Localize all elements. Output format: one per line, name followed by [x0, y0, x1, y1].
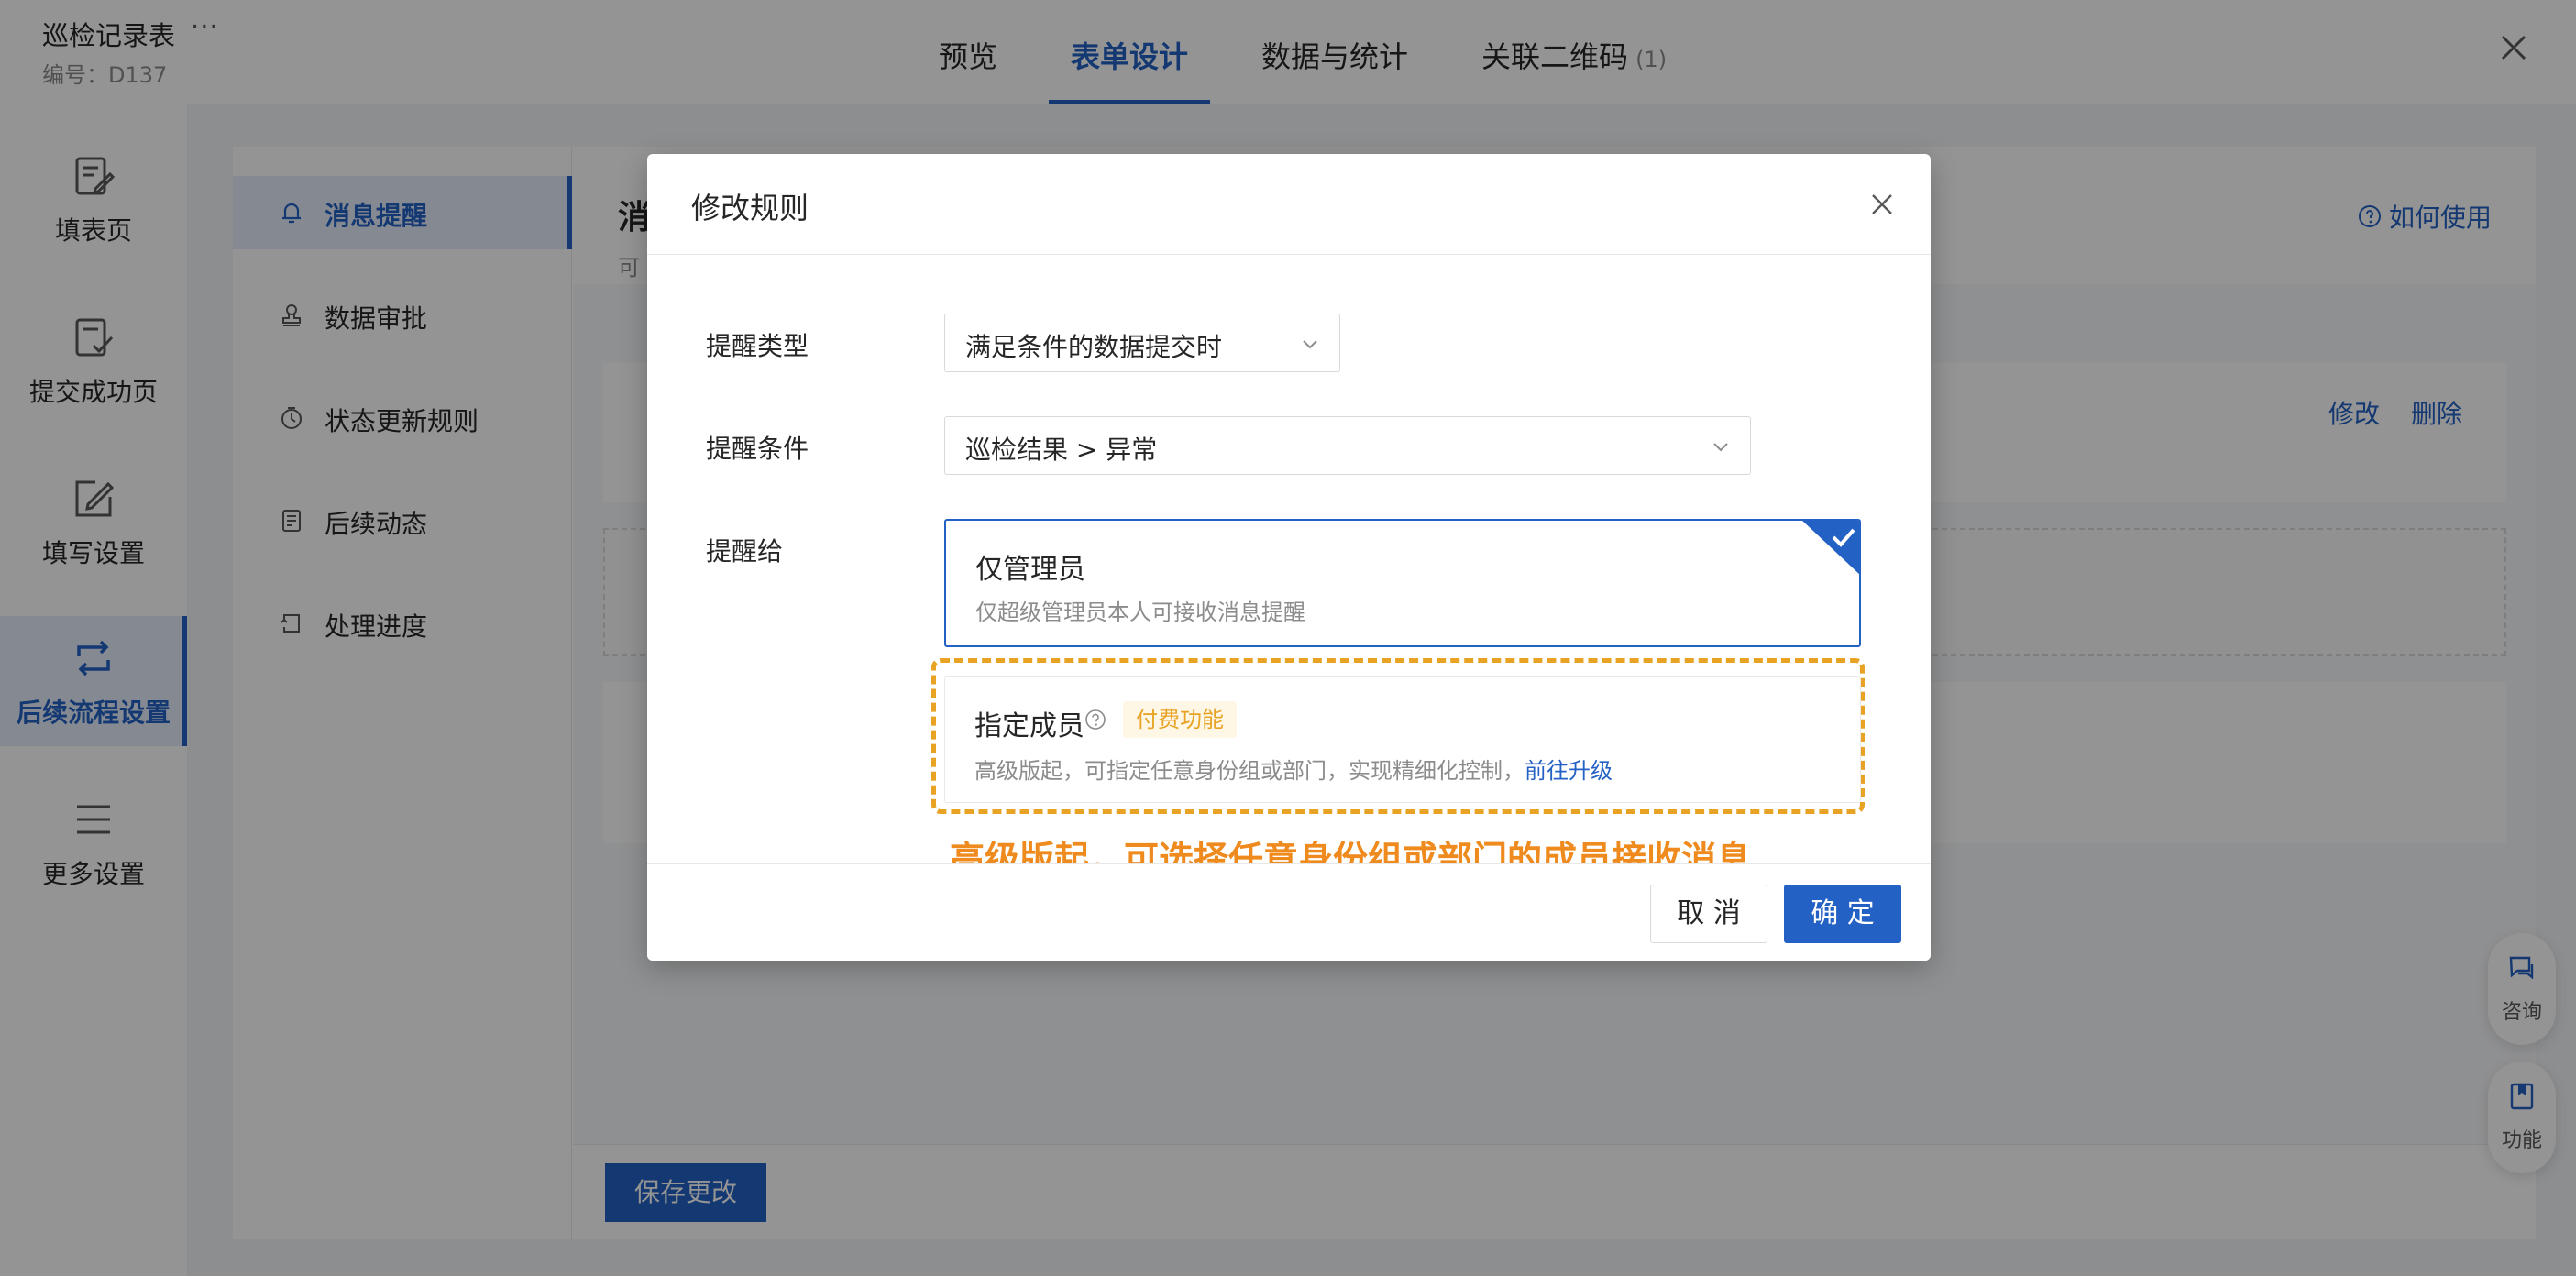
option-admin-only[interactable]: 仅管理员 仅超级管理员本人可接收消息提醒 — [944, 519, 1861, 647]
dialog-footer: 取 消 确 定 — [647, 864, 1931, 961]
reminder-target-label: 提醒给 — [706, 536, 784, 566]
dialog-title: 修改规则 — [691, 191, 809, 226]
reminder-condition-label: 提醒条件 — [706, 434, 809, 464]
reminder-type-label: 提醒类型 — [706, 331, 809, 361]
chevron-down-icon — [1713, 443, 1728, 452]
edit-rule-dialog: 修改规则 提醒类型 满足条件的数据提交时 提醒条件 巡检结果 > 异常 提醒给 … — [647, 154, 1931, 961]
help-circle-icon[interactable] — [1084, 709, 1106, 731]
members-desc: 高级版起，可指定任意身份组或部门，实现精细化控制，前往升级 — [974, 758, 1613, 784]
cancel-button[interactable]: 取 消 — [1650, 885, 1767, 943]
close-icon[interactable] — [1868, 191, 1896, 218]
paid-feature-badge: 付费功能 — [1123, 701, 1237, 738]
selected-check-icon — [1802, 521, 1859, 575]
chevron-down-icon — [1303, 340, 1317, 349]
option-specified-members[interactable]: 指定成员 付费功能 高级版起，可指定任意身份组或部门，实现精细化控制，前往升级 — [944, 676, 1861, 803]
upgrade-link[interactable]: 前往升级 — [1525, 758, 1613, 784]
reminder-condition-select[interactable]: 巡检结果 > 异常 — [944, 416, 1751, 475]
dialog-header: 修改规则 — [647, 154, 1931, 255]
reminder-type-select[interactable]: 满足条件的数据提交时 — [944, 314, 1340, 372]
confirm-button[interactable]: 确 定 — [1784, 885, 1901, 943]
